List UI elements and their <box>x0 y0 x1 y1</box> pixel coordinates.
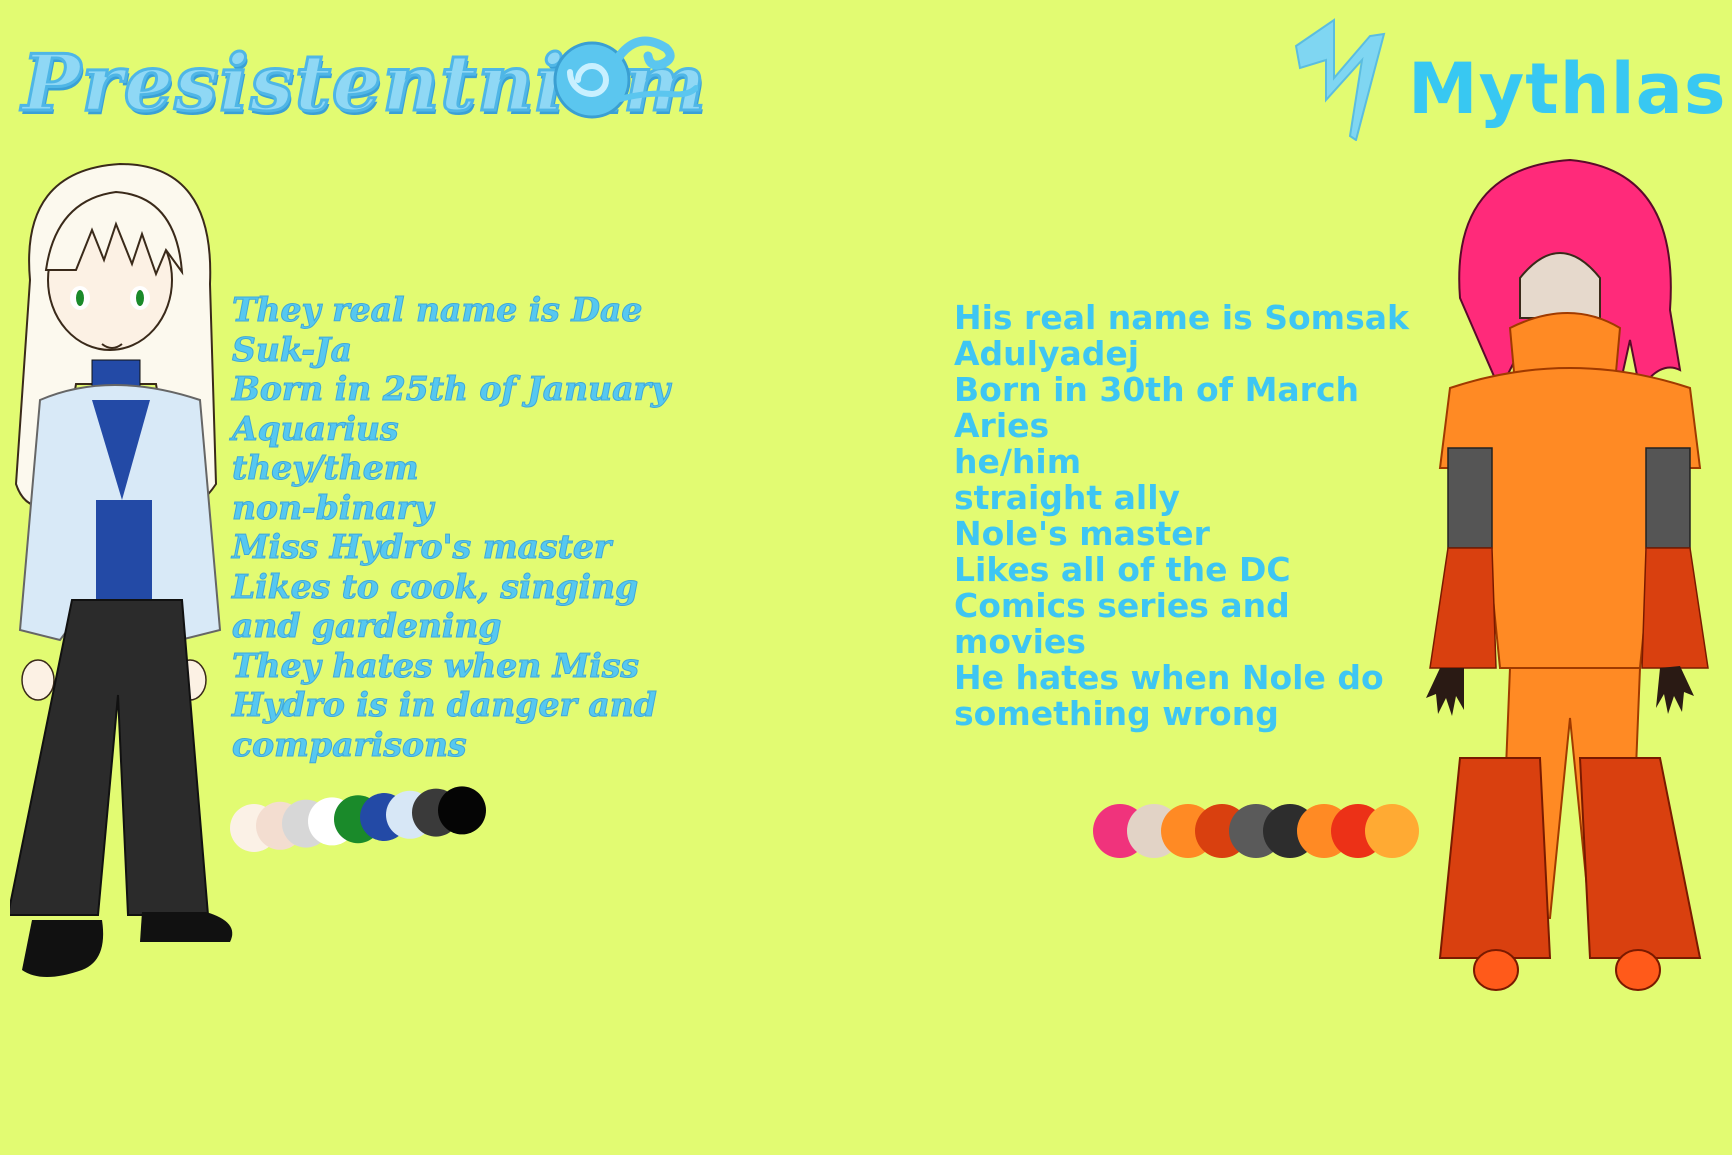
info-line: and gardening <box>232 606 502 646</box>
info-line: Aquarius <box>232 408 400 448</box>
left-color-palette <box>230 786 486 852</box>
info-line: Hydro is in danger and <box>232 685 658 725</box>
wind-swirl-icon <box>553 36 698 119</box>
left-character-illustration <box>10 162 233 977</box>
info-line: Aries <box>954 406 1050 445</box>
palette-swatch <box>1365 804 1419 858</box>
info-line: His real name is Somsak <box>954 298 1409 337</box>
info-line: straight ally <box>954 478 1181 517</box>
info-line: Miss Hydro's master <box>232 527 612 567</box>
info-line: comparisons <box>232 724 468 764</box>
info-line: They hates when Miss <box>232 645 640 685</box>
info-line: Comics series and <box>954 586 1290 625</box>
info-line: Likes all of the DC <box>954 550 1291 589</box>
right-color-palette <box>1093 804 1419 858</box>
palette-swatch <box>438 786 486 835</box>
lightning-bolt-icon <box>1294 18 1386 141</box>
info-line: they/them <box>232 448 420 488</box>
right-character-name: Mythlas <box>1408 48 1727 130</box>
info-line: Born in 30th of March <box>954 370 1360 409</box>
left-character-info: They real name is Dae Suk-Ja Born in 25t… <box>232 290 672 764</box>
info-line: non-binary <box>232 487 434 527</box>
right-character-illustration <box>1426 158 1709 991</box>
info-line: something wrong <box>954 694 1279 733</box>
info-line: he/him <box>954 442 1082 481</box>
info-line: Likes to cook, singing <box>232 566 639 606</box>
info-line: They real name is Dae <box>232 290 643 330</box>
info-line: Adulyadej <box>954 334 1140 373</box>
info-line: Born in 25th of January <box>232 369 671 409</box>
info-line: movies <box>954 622 1086 661</box>
info-line: He hates when Nole do <box>954 658 1384 697</box>
info-line: Nole's master <box>954 514 1210 553</box>
right-character-info: His real name is Somsak Adulyadej Born i… <box>954 300 1474 732</box>
info-line: Suk-Ja <box>232 329 353 369</box>
